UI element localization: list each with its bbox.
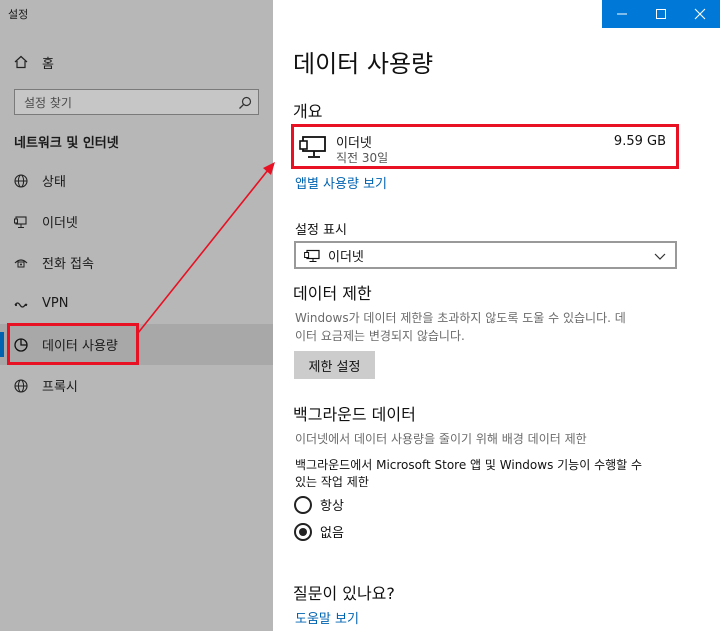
usage-amount: 9.59 GB [613,134,666,149]
maximize-icon [655,9,666,19]
sidebar-item-label: 프록시 [42,380,78,395]
data-limit-desc-line1: Windows가 데이터 제한을 초과하지 않도록 도울 수 있습니다. 데 [295,311,626,325]
radio-label: 항상 [320,499,344,514]
home-icon [14,55,28,69]
search-icon[interactable] [238,95,252,109]
sidebar-item-label: 데이터 사용량 [42,339,118,354]
ethernet-icon [14,215,28,229]
sidebar-item-home[interactable]: 홈 [0,48,273,76]
data-limit-desc-line2: 이터 요금제는 변경되지 않습니다. [295,329,465,343]
background-data-desc: 이더넷에서 데이터 사용량을 줄이기 위해 배경 데이터 제한 [295,432,587,446]
sidebar-item-label: 이더넷 [42,216,78,231]
window-controls [602,0,720,28]
radio-label: 없음 [320,526,344,541]
sidebar-item-label: 전화 접속 [42,257,94,272]
globe-icon [14,173,28,188]
vpn-icon [14,297,28,311]
background-data-heading: 백그라운드 데이터 [293,405,416,424]
computer-icon [299,134,327,160]
chevron-down-icon [653,248,667,262]
data-limit-heading: 데이터 제한 [293,284,372,303]
usage-period: 직전 30일 [336,151,389,165]
questions-heading: 질문이 있나요? [293,584,395,603]
close-icon [694,8,705,20]
app-title: 설정 [8,8,29,21]
search-placeholder: 설정 찾기 [24,95,72,110]
nav-list: 상태 이더넷 전화 접속 VPN 데이터 사용량 프록시 [0,160,273,406]
show-settings-label: 설정 표시 [295,223,347,238]
close-button[interactable] [680,0,719,28]
proxy-globe-icon [14,378,28,393]
background-question-line2: 있는 작업 제한 [295,475,369,489]
app-usage-link[interactable]: 앱별 사용량 보기 [295,173,387,192]
section-title: 네트워크 및 인터넷 [14,136,119,151]
help-link[interactable]: 도움말 보기 [295,608,359,627]
overview-heading: 개요 [293,102,323,121]
sidebar-item-status[interactable]: 상태 [0,160,273,201]
search-input[interactable]: 설정 찾기 [14,89,259,115]
background-question-line1: 백그라운드에서 Microsoft Store 앱 및 Windows 기능이 … [295,458,643,472]
sidebar-item-label: VPN [42,296,69,311]
network-select-value: 이더넷 [328,249,364,265]
radio-never[interactable]: 없음 [294,522,344,541]
sidebar-item-vpn[interactable]: VPN [0,283,273,324]
radio-button[interactable] [294,522,312,541]
ethernet-icon [304,248,320,262]
radio-always[interactable]: 항상 [294,495,344,514]
radio-button[interactable] [294,495,312,514]
network-select[interactable]: 이더넷 [294,241,677,269]
sidebar-item-label: 상태 [42,175,66,190]
minimize-icon [616,13,627,15]
dialup-icon [14,256,28,270]
minimize-button[interactable] [602,0,641,28]
main-panel: 데이터 사용량 개요 이더넷 직전 30일 9.59 GB 앱별 사용량 보기 … [273,0,720,631]
sidebar-item-data-usage[interactable]: 데이터 사용량 [0,324,273,365]
data-usage-icon [14,337,28,352]
set-limit-button[interactable]: 제한 설정 [294,351,375,379]
home-label: 홈 [42,56,54,72]
maximize-button[interactable] [641,0,680,28]
ethernet-usage-card[interactable]: 이더넷 직전 30일 9.59 GB [291,124,679,169]
sidebar-item-ethernet[interactable]: 이더넷 [0,201,273,242]
sidebar-item-proxy[interactable]: 프록시 [0,365,273,406]
sidebar-item-dialup[interactable]: 전화 접속 [0,242,273,283]
page-title: 데이터 사용량 [293,50,434,78]
sidebar: 설정 홈 설정 찾기 네트워크 및 인터넷 상태 이더넷 전화 접속 VPN 데… [0,0,273,631]
